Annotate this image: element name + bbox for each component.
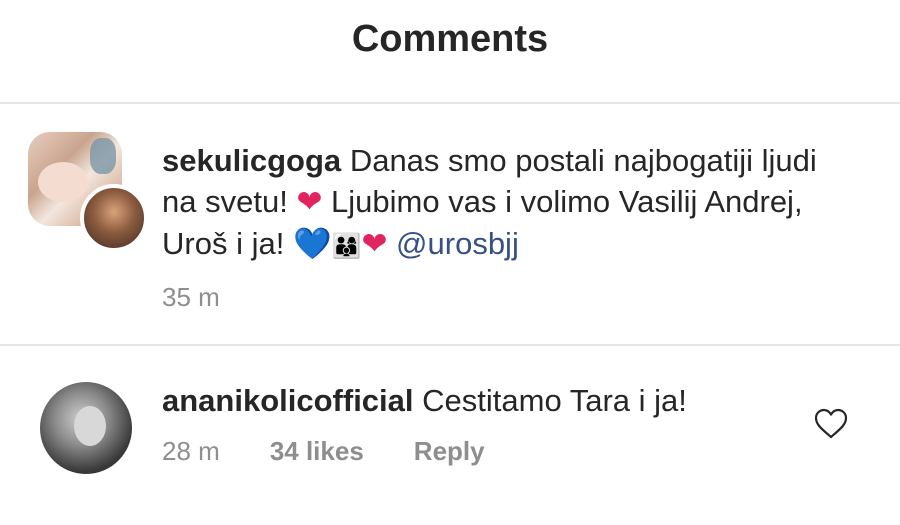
family-icon: 👨‍👩‍👦 [331,232,362,260]
avatar[interactable] [40,382,132,474]
caption-meta: 35 m [162,282,220,313]
avatar[interactable] [80,184,148,252]
username[interactable]: ananikolicofficial [162,383,414,418]
mention-link[interactable]: @urosbjj [396,226,519,261]
timestamp: 35 m [162,282,220,312]
comment-meta: 28 m 34 likes Reply [162,436,485,467]
comment-item: ananikolicofficial Cestitamo Tara i ja! … [0,346,900,525]
comment-body: Cestitamo Tara i ja! [422,383,687,418]
red-heart-icon: ❤ [296,184,323,220]
heart-outline-icon[interactable] [814,408,848,440]
blue-heart-icon: 💙 [292,226,332,262]
red-heart-icon: ❤ [361,226,388,262]
reply-button[interactable]: Reply [414,436,485,467]
likes-count[interactable]: 34 likes [270,436,364,467]
header: Comments [0,0,900,104]
page-title: Comments [351,18,549,60]
caption-comment: sekulicgoga Danas smo postali najbogatij… [0,104,900,346]
caption-text: sekulicgoga Danas smo postali najbogatij… [162,140,842,267]
comments-screen: Comments sekulicgoga Danas smo postali n… [0,0,900,525]
comment-text: ananikolicofficial Cestitamo Tara i ja! [162,380,782,421]
username[interactable]: sekulicgoga [162,143,341,178]
timestamp: 28 m [162,436,220,466]
